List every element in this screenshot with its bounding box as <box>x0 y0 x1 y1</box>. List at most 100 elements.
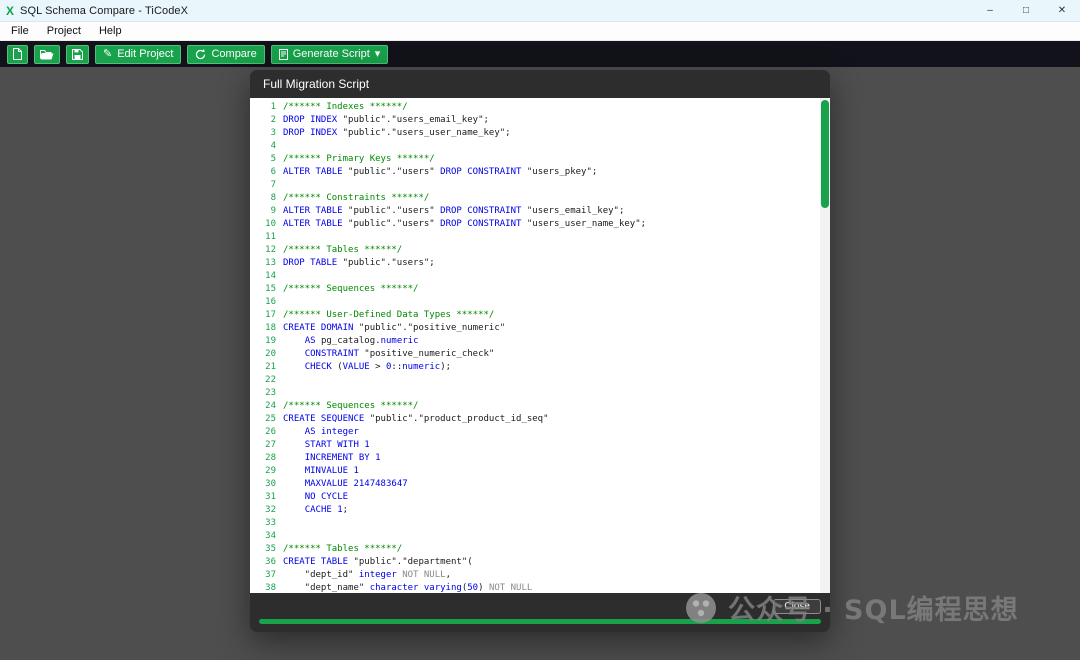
line-number: 15 <box>265 284 276 294</box>
code-line: 17 /****** User-Defined Data Types ******… <box>250 309 820 322</box>
code-text: ALTER TABLE "public"."users" DROP CONSTR… <box>283 167 598 177</box>
code-text: NO CYCLE <box>304 492 349 502</box>
code-line: 31 NO CYCLE <box>250 491 820 504</box>
line-number: 24 <box>265 401 276 411</box>
line-number: 33 <box>265 518 276 528</box>
new-file-icon <box>13 48 22 60</box>
code-line: 30 MAXVALUE 2147483647 <box>250 478 820 491</box>
pencil-icon: ✎ <box>103 47 113 60</box>
line-number: 29 <box>265 466 276 476</box>
maximize-button[interactable]: □ <box>1008 0 1044 21</box>
close-dialog-button[interactable]: Close <box>773 598 821 614</box>
code-text: CREATE DOMAIN "public"."positive_numeric… <box>283 323 506 333</box>
code-line: 9 ALTER TABLE "public"."users" DROP CONST… <box>250 205 820 218</box>
line-number: 2 <box>270 115 276 125</box>
menu-file[interactable]: File <box>2 22 38 40</box>
title-bar: X SQL Schema Compare - TiCodeX – □ ✕ <box>0 0 1080 22</box>
line-number: 20 <box>265 349 276 359</box>
code-line: 37 "dept_id" integer NOT NULL, <box>250 569 820 582</box>
line-number: 26 <box>265 427 276 437</box>
progress-bar <box>259 619 821 624</box>
code-line: 23 <box>250 387 820 400</box>
code-line: 34 <box>250 530 820 543</box>
code-line: 35 /****** Tables ******/ <box>250 543 820 556</box>
code-line: 26 AS integer <box>250 426 820 439</box>
code-text: CACHE 1; <box>304 505 349 515</box>
open-project-button[interactable] <box>34 44 60 64</box>
menu-project[interactable]: Project <box>38 22 90 40</box>
line-number: 38 <box>265 583 276 593</box>
code-text: AS integer <box>304 427 359 437</box>
code-text: CONSTRAINT "positive_numeric_check" <box>304 349 495 359</box>
code-line: 19 AS pg_catalog.numeric <box>250 335 820 348</box>
minimize-button[interactable]: – <box>972 0 1008 21</box>
code-line: 15 /****** Sequences ******/ <box>250 283 820 296</box>
dialog-footer: Close <box>250 593 830 619</box>
line-number: 36 <box>265 557 276 567</box>
line-number: 10 <box>265 219 276 229</box>
line-number: 31 <box>265 492 276 502</box>
line-number: 5 <box>270 154 276 164</box>
line-number: 37 <box>265 570 276 580</box>
scrollbar-thumb[interactable] <box>821 100 829 208</box>
code-text: MINVALUE 1 <box>304 466 359 476</box>
line-number: 11 <box>265 232 276 242</box>
code-text: START WITH 1 <box>304 440 370 450</box>
code-text: ALTER TABLE "public"."users" DROP CONSTR… <box>283 219 647 229</box>
line-number: 21 <box>265 362 276 372</box>
modal-overlay: Full Migration Script 1 /****** Indexes *… <box>0 67 1080 660</box>
scrollbar[interactable] <box>820 98 830 593</box>
app-logo-icon: X <box>6 3 15 18</box>
dialog-title: Full Migration Script <box>263 77 370 91</box>
line-number: 12 <box>265 245 276 255</box>
code-text: /****** Tables ******/ <box>283 245 403 255</box>
full-migration-script-dialog: Full Migration Script 1 /****** Indexes *… <box>250 70 830 632</box>
line-number: 19 <box>265 336 276 346</box>
code-text: DROP INDEX "public"."users_user_name_key… <box>283 128 511 138</box>
code-line: 14 <box>250 270 820 283</box>
code-line: 12 /****** Tables ******/ <box>250 244 820 257</box>
code-text: /****** Indexes ******/ <box>283 102 408 112</box>
code-line: 33 <box>250 517 820 530</box>
code-line: 29 MINVALUE 1 <box>250 465 820 478</box>
code-line: 27 START WITH 1 <box>250 439 820 452</box>
save-project-button[interactable] <box>66 44 89 64</box>
menu-help[interactable]: Help <box>90 22 131 40</box>
code-line: 25 CREATE SEQUENCE "public"."product_prod… <box>250 413 820 426</box>
code-text: /****** Tables ******/ <box>283 544 403 554</box>
generate-script-label: Generate Script <box>292 47 370 60</box>
generate-script-button[interactable]: Generate Script ▾ <box>270 44 389 64</box>
line-number: 14 <box>265 271 276 281</box>
code-text: "dept_name" character varying(50) NOT NU… <box>283 583 533 593</box>
code-text: "dept_id" integer NOT NULL, <box>283 570 451 580</box>
line-number: 6 <box>270 167 276 177</box>
line-number: 32 <box>265 505 276 515</box>
code-line: 3 DROP INDEX "public"."users_user_name_ke… <box>250 127 820 140</box>
toolbar: ✎ Edit Project Compare Generate Script ▾ <box>0 41 1080 67</box>
refresh-icon <box>195 48 206 60</box>
code-line: 10 ALTER TABLE "public"."users" DROP CONS… <box>250 218 820 231</box>
line-number: 30 <box>265 479 276 489</box>
line-number: 7 <box>270 180 276 190</box>
code-line: 32 CACHE 1; <box>250 504 820 517</box>
line-number: 9 <box>270 206 276 216</box>
edit-project-button[interactable]: ✎ Edit Project <box>95 44 182 64</box>
sql-code-panel: 1 /****** Indexes ******/ 2 DROP INDEX "pub… <box>250 98 830 593</box>
code-line: 18 CREATE DOMAIN "public"."positive_numer… <box>250 322 820 335</box>
code-text: /****** Sequences ******/ <box>283 284 419 294</box>
code-line: 11 <box>250 231 820 244</box>
code-text: /****** Sequences ******/ <box>283 401 419 411</box>
code-text: DROP INDEX "public"."users_email_key"; <box>283 115 489 125</box>
save-icon <box>72 48 83 60</box>
compare-button[interactable]: Compare <box>187 44 265 64</box>
close-window-button[interactable]: ✕ <box>1044 0 1080 21</box>
code-text: AS pg_catalog.numeric <box>304 336 419 346</box>
line-number: 17 <box>265 310 276 320</box>
line-number: 35 <box>265 544 276 554</box>
line-number: 1 <box>270 102 276 112</box>
line-number: 13 <box>265 258 276 268</box>
code-line: 24 /****** Sequences ******/ <box>250 400 820 413</box>
code-line: 38 "dept_name" character varying(50) NOT… <box>250 582 820 593</box>
code-text: MAXVALUE 2147483647 <box>304 479 408 489</box>
new-project-button[interactable] <box>7 44 28 64</box>
